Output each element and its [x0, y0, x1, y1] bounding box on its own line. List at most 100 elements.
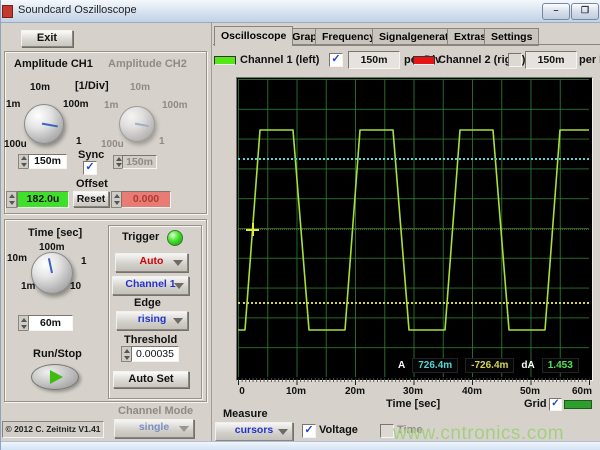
channel1-label: Channel 1 (left) [240, 54, 319, 66]
voltage-label: Voltage [319, 424, 358, 436]
voltage-check-icon: ✓ [304, 424, 313, 436]
trigger-source-dropdown[interactable]: Channel 1 [112, 276, 189, 295]
time-field[interactable]: 60m [28, 315, 73, 331]
channel1-div-value: 150m [361, 54, 388, 66]
x-tick-30m: 30m [398, 386, 428, 397]
time-knob[interactable] [31, 252, 73, 294]
trigger-edge-value: rising [138, 313, 167, 325]
channel1-color-swatch [214, 56, 236, 65]
exit-button[interactable]: Exit [21, 30, 73, 47]
amplitude-ch1-title: Amplitude CH1 [14, 58, 93, 70]
dropdown-arrow-icon [278, 429, 288, 435]
crosshair-guide-line [238, 229, 589, 230]
x-tick-40m: 40m [457, 386, 487, 397]
scope-plot[interactable]: A 726.4m -726.4m dA 1.453 [238, 79, 589, 377]
amplitude-ch1-knob[interactable] [24, 104, 64, 144]
app-icon [2, 5, 13, 18]
channel1-enable-checkbox[interactable]: ✓ [329, 53, 343, 67]
x-axis-label: Time [sec] [386, 398, 440, 410]
time-scale-10m: 10m [7, 253, 27, 264]
time-knob-needle [48, 258, 53, 273]
run-stop-button[interactable] [31, 364, 79, 390]
sync-label: Sync [78, 149, 104, 161]
time-title: Time [sec] [28, 227, 82, 239]
offset-ch1-field[interactable]: 182.0u [17, 191, 69, 208]
measure-mode-dropdown[interactable]: cursors [215, 422, 293, 441]
time-scale-1: 1 [81, 256, 87, 267]
sync-checkbox[interactable]: ✓ [83, 161, 97, 175]
ch2-scale-1: 1 [159, 136, 165, 147]
tab-label: Extras [454, 31, 486, 43]
crosshair-cursor[interactable] [246, 223, 259, 236]
cursor-a-line[interactable] [238, 158, 589, 160]
grid-color-swatch [564, 400, 592, 409]
dropdown-arrow-icon [173, 260, 183, 266]
trigger-title: Trigger [122, 231, 159, 243]
copyright-text: © 2012 C. Zeitnitz V1.41 [5, 424, 100, 434]
x-tick-50m: 50m [515, 386, 545, 397]
channel1-div-field[interactable]: 150m [348, 51, 400, 69]
tab-oscilloscope[interactable]: Oscilloscope [214, 26, 293, 46]
trigger-mode-dropdown[interactable]: Auto [115, 253, 188, 272]
threshold-field[interactable]: 0.00035 [131, 346, 179, 362]
ch1-scale-1: 1 [76, 136, 82, 147]
window-title: Soundcard Oszilloscope [18, 4, 137, 16]
channel2-div-value: 150m [538, 54, 565, 66]
amplitude-ch2-knob [119, 106, 155, 142]
ch2-amplitude-field: 150m [122, 155, 157, 169]
channel-mode-dropdown: single [114, 419, 194, 438]
grid-checkbox[interactable]: ✓ [549, 398, 562, 411]
channel2-enable-checkbox[interactable] [508, 53, 522, 67]
copyright-label: © 2012 C. Zeitnitz V1.41 [2, 421, 104, 438]
ch1-scale-10m: 10m [30, 82, 50, 93]
channel2-per-div-label: per Div [579, 54, 600, 66]
ch1-scale-1m: 1m [6, 99, 20, 110]
readout-a-label: A [398, 360, 405, 371]
channel1-check-icon: ✓ [331, 53, 340, 65]
amplitude-ch2-title: Amplitude CH2 [108, 58, 187, 70]
amplitude-unit-label: [1/Div] [75, 80, 109, 92]
maximize-button[interactable]: ❐ [571, 3, 599, 20]
edge-label: Edge [134, 297, 161, 309]
voltage-checkbox[interactable]: ✓ [302, 424, 316, 438]
ch2-scale-100u: 100u [101, 139, 124, 150]
trigger-mode-value: Auto [140, 255, 164, 267]
trigger-source-value: Channel 1 [125, 278, 175, 290]
dropdown-arrow-icon [174, 283, 184, 289]
offset-ch2-value: 0.000 [133, 193, 159, 205]
cursor-b-line[interactable] [238, 302, 589, 304]
ch1-amplitude-field[interactable]: 150m [28, 154, 67, 169]
cursor-readout: A 726.4m -726.4m dA 1.453 [398, 358, 579, 373]
ch1-scale-100m: 100m [63, 99, 89, 110]
minimize-button[interactable]: – [542, 3, 570, 20]
reset-button[interactable]: Reset [73, 191, 109, 207]
exit-label: Exit [37, 32, 57, 44]
offset-ch2-field: 0.000 [121, 191, 171, 208]
x-axis-ruler [238, 378, 590, 385]
run-stop-label: Run/Stop [33, 348, 82, 360]
waveform-trace [238, 79, 589, 377]
x-tick-20m: 20m [340, 386, 370, 397]
channel2-div-field[interactable]: 150m [525, 51, 577, 69]
ch1-knob-needle [42, 123, 58, 128]
channel-mode-label: Channel Mode [118, 405, 193, 417]
threshold-label: Threshold [124, 334, 177, 346]
x-tick-0: 0 [227, 386, 257, 397]
ch2-knob-needle [135, 123, 149, 127]
tab-label: Settings [491, 31, 532, 43]
minimize-icon: – [553, 5, 558, 15]
control-panel: Exit Amplitude CH1 Amplitude CH2 [1/Div]… [1, 22, 212, 450]
ch1-amplitude-value: 150m [34, 155, 61, 167]
time-checkbox[interactable] [380, 424, 394, 438]
offset-ch1-spinner[interactable] [6, 191, 17, 208]
trigger-edge-dropdown[interactable]: rising [116, 311, 188, 330]
x-tick-60m: 60m [567, 386, 597, 397]
tab-label: Frequency [322, 31, 375, 43]
window-bottom-border [1, 441, 600, 450]
readout-value1: 726.4m [412, 358, 458, 373]
auto-set-button[interactable]: Auto Set [113, 371, 189, 388]
grid-label: Grid [524, 398, 547, 410]
trigger-led [167, 230, 183, 246]
time-value: 60m [40, 317, 61, 329]
readout-delta-value: 1.453 [542, 358, 579, 373]
